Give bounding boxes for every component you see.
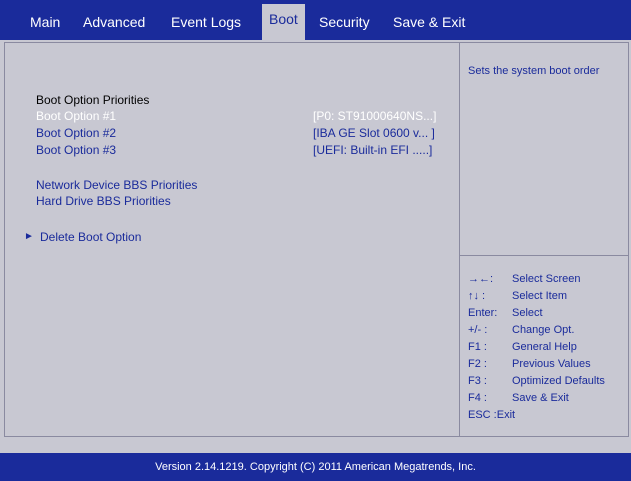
panel-divider [459,43,460,436]
section-title: Boot Option Priorities [36,93,150,107]
key-help-key: F3 : [468,375,487,387]
boot-option-3-value[interactable]: [UEFI: Built-in EFI .....] [313,143,432,157]
help-divider [460,255,628,256]
tab-main[interactable]: Main [30,10,60,34]
key-help-desc: Select Item [512,290,568,302]
boot-option-2-value[interactable]: [IBA GE Slot 0600 v... ] [313,126,435,140]
boot-option-1-value[interactable]: [P0: ST91000640NS...] [313,109,436,123]
delete-boot-option-link[interactable]: Delete Boot Option [40,230,141,244]
network-bbs-priorities-link[interactable]: Network Device BBS Priorities [36,178,197,192]
key-help-key: +/- : [468,324,488,336]
key-help-desc: Previous Values [512,358,591,370]
tab-security[interactable]: Security [319,10,370,34]
key-help-desc: Change Opt. [512,324,575,336]
key-help-desc: Select [512,307,543,319]
tab-save-exit[interactable]: Save & Exit [393,10,465,34]
key-help-exit: ESC :Exit [468,409,516,421]
menu-tab-bar: Main Advanced Event Logs Boot Security S… [0,0,631,40]
key-help-desc: Optimized Defaults [512,375,605,387]
tab-advanced[interactable]: Advanced [83,10,145,34]
hard-drive-bbs-priorities-link[interactable]: Hard Drive BBS Priorities [36,194,171,208]
boot-option-2-label[interactable]: Boot Option #2 [36,126,116,140]
tab-event-logs[interactable]: Event Logs [171,10,241,34]
key-help-desc: Save & Exit [512,392,569,404]
key-help-key: F4 : [468,392,487,404]
submenu-arrow-icon: ► [24,231,34,242]
key-help-key: Enter: [468,307,498,319]
key-help-key: →←: [468,273,494,285]
key-help-key: ↑↓ : [468,290,486,302]
key-help-key: F1 : [468,341,487,353]
key-help-desc: Select Screen [512,273,581,285]
settings-panel: Boot Option Priorities Boot Option #1 [P… [4,42,629,437]
tab-boot[interactable]: Boot [262,4,305,40]
boot-option-3-label[interactable]: Boot Option #3 [36,143,116,157]
boot-option-1-label[interactable]: Boot Option #1 [36,109,116,123]
help-description: Sets the system boot order [468,65,600,77]
key-help-desc: General Help [512,341,577,353]
key-help-key: F2 : [468,358,487,370]
footer-version: Version 2.14.1219. Copyright (C) 2011 Am… [0,453,631,481]
